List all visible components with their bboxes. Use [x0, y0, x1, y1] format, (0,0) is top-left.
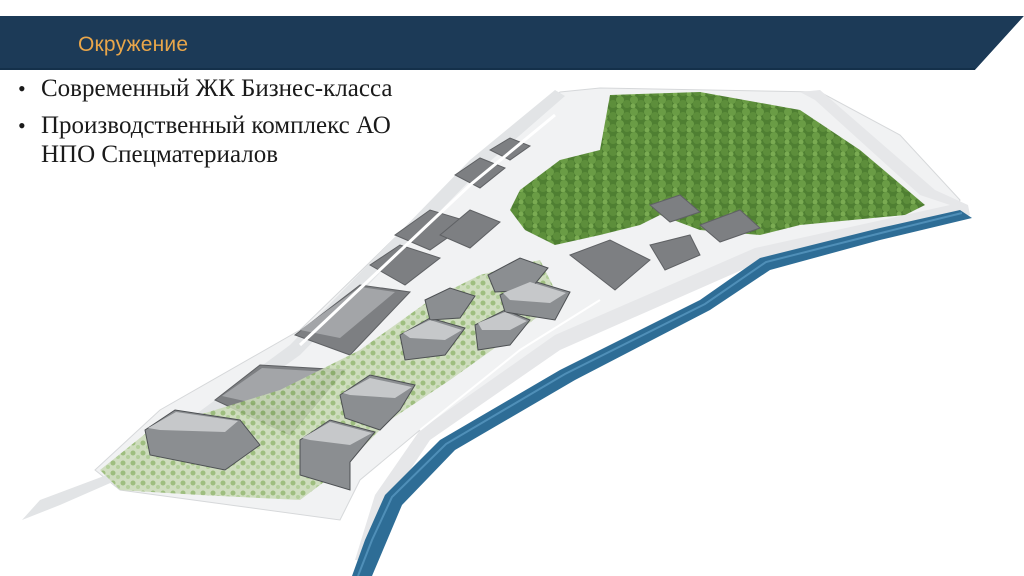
slide-header: Окружение	[0, 16, 1024, 70]
slide-title: Окружение	[78, 33, 189, 56]
presentation-slide: Окружение • Современный ЖК Бизнес-класса…	[0, 0, 1024, 576]
bullet-list: • Современный ЖК Бизнес-класса • Произво…	[14, 74, 414, 177]
bullet-dot-icon: •	[18, 113, 26, 138]
bullet-text: Производственный комплекс АО НПО Спецмат…	[41, 112, 391, 168]
bullet-text: Современный ЖК Бизнес-класса	[41, 75, 393, 102]
bullet-item: • Современный ЖК Бизнес-класса	[14, 74, 414, 103]
bullet-item: • Производственный комплекс АО НПО Спецм…	[14, 111, 414, 169]
bullet-dot-icon: •	[18, 76, 26, 101]
